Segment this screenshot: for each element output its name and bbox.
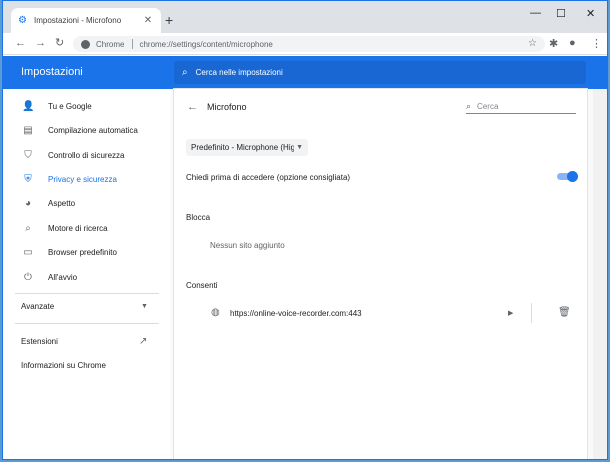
block-section-header: Blocca [186, 213, 211, 222]
settings-title: Impostazioni [21, 66, 83, 78]
list-item[interactable]: ◍ https://online-voice-recorder.com:443 … [186, 299, 576, 327]
new-tab-button[interactable]: + [165, 13, 173, 27]
close-window-button[interactable]: ✕ [586, 7, 595, 20]
sidebar-item-on-startup[interactable]: ⏻ All'avvio [3, 265, 171, 289]
sidebar-item-privacy[interactable]: ⛨ Privacy e sicurezza [3, 167, 171, 191]
sidebar-item-label: Tu e Google [48, 101, 92, 111]
forward-arrow-icon[interactable]: → [35, 37, 46, 49]
caret-down-icon: ▼ [141, 302, 148, 310]
search-icon: ⌕ [182, 67, 188, 78]
site-search-input[interactable]: ⌕ Cerca [466, 100, 576, 114]
tab-close-icon[interactable]: ✕ [142, 15, 154, 26]
globe-icon: ◍ [211, 307, 220, 318]
scrollbar[interactable] [593, 89, 607, 459]
address-separator [132, 39, 134, 49]
minimize-button[interactable]: — [530, 7, 541, 19]
sidebar-extensions-link[interactable]: Estensioni ↗ [3, 329, 171, 353]
sidebar-item-appearance[interactable]: ◕ Aspetto [3, 191, 171, 215]
tab-settings[interactable]: ⚙ Impostazioni - Microfono ✕ [11, 8, 161, 33]
ask-before-access-label: Chiedi prima di accedere (opzione consig… [186, 173, 351, 182]
sidebar-about-chrome[interactable]: Informazioni su Chrome [3, 353, 171, 377]
sidebar-item-you-and-google[interactable]: 👤 Tu e Google [3, 94, 171, 118]
allow-section-header: Consenti [186, 281, 218, 290]
chrome-icon [81, 39, 90, 49]
caret-down-icon: ▼ [296, 144, 303, 151]
advanced-label: Avanzate [21, 301, 55, 311]
person-icon: 👤 [22, 100, 35, 112]
ask-before-access-toggle[interactable] [557, 171, 578, 182]
address-url[interactable]: chrome://settings/content/microphone [139, 40, 272, 49]
sidebar-item-label: Motore di ricerca [48, 223, 108, 233]
sidebar-divider [15, 323, 159, 324]
arrow-right-icon[interactable]: ▶ [508, 309, 513, 317]
block-empty-text: Nessun sito aggiunto [210, 241, 285, 250]
extensions-puzzle-icon[interactable]: ✱ [549, 37, 558, 50]
sidebar-advanced-toggle[interactable]: Avanzate ▼ [3, 294, 171, 318]
sidebar-item-label: Controllo di sicurezza [48, 150, 125, 160]
back-arrow-icon[interactable]: ← [15, 37, 26, 49]
search-icon: ⌕ [25, 222, 31, 234]
palette-icon: ◕ [24, 197, 32, 209]
microphone-device-select[interactable]: Predefinito - Microphone (High ▼ [186, 139, 308, 156]
sidebar-item-safety-check[interactable]: ⛉ Controllo di sicurezza [3, 143, 171, 167]
clipboard-icon: ▤ [23, 124, 33, 136]
settings-sidebar: 👤 Tu e Google ▤ Compilazione automatica … [3, 89, 171, 459]
row-separator [531, 303, 532, 323]
sidebar-item-search-engine[interactable]: ⌕ Motore di ricerca [3, 216, 171, 240]
address-bar[interactable]: Chrome chrome://settings/content/microph… [73, 36, 545, 52]
extensions-label: Estensioni [21, 336, 58, 346]
reload-icon[interactable]: ↻ [55, 37, 64, 49]
sidebar-item-autofill[interactable]: ▤ Compilazione automatica [3, 118, 171, 142]
power-icon: ⏻ [24, 271, 32, 283]
about-chrome-label: Informazioni su Chrome [21, 360, 106, 370]
sidebar-item-label: Privacy e sicurezza [48, 174, 117, 184]
profile-avatar-icon[interactable]: ● [569, 37, 576, 49]
device-select-value: Predefinito - Microphone (High [191, 143, 295, 152]
search-icon: ⌕ [466, 101, 472, 111]
sidebar-item-default-browser[interactable]: ▭ Browser predefinito [3, 240, 171, 264]
tab-title: Impostazioni - Microfono [34, 16, 122, 25]
settings-search-placeholder: Cerca nelle impostazioni [195, 68, 283, 77]
shield-check-icon: ⛉ [24, 149, 32, 161]
gear-icon: ⚙ [18, 14, 27, 26]
microphone-settings-card: ← Microfono ⌕ Cerca Predefinito - Microp… [174, 89, 587, 459]
site-search-placeholder: Cerca [477, 102, 499, 111]
bookmark-star-icon[interactable]: ☆ [528, 38, 537, 49]
sidebar-item-label: All'avvio [48, 272, 78, 282]
page-title: Microfono [207, 102, 247, 112]
settings-header: Impostazioni ⌕ Cerca nelle impostazioni [3, 56, 607, 89]
sidebar-item-label: Compilazione automatica [48, 125, 138, 135]
sidebar-item-label: Browser predefinito [48, 247, 117, 257]
browser-window: ⚙ Impostazioni - Microfono ✕ + — ☐ ✕ ← →… [2, 0, 608, 460]
menu-kebab-icon[interactable]: ⋮ [591, 37, 602, 50]
external-link-icon: ↗ [139, 335, 148, 347]
sidebar-item-label: Aspetto [48, 198, 76, 208]
settings-search-input[interactable]: ⌕ Cerca nelle impostazioni [174, 61, 586, 84]
browser-toolbar: ← → ↻ Chrome chrome://settings/content/m… [3, 33, 607, 55]
maximize-button[interactable]: ☐ [556, 7, 566, 20]
toggle-knob [567, 171, 578, 182]
tab-strip: ⚙ Impostazioni - Microfono ✕ + — ☐ ✕ [3, 1, 607, 33]
site-url: https://online-voice-recorder.com:443 [230, 309, 362, 318]
back-arrow-icon[interactable]: ← [187, 101, 198, 113]
site-chip: Chrome [96, 39, 125, 49]
trash-icon[interactable]: 🗑 [558, 307, 571, 318]
browser-icon: ▭ [23, 246, 33, 258]
shield-icon: ⛨ [24, 173, 32, 185]
